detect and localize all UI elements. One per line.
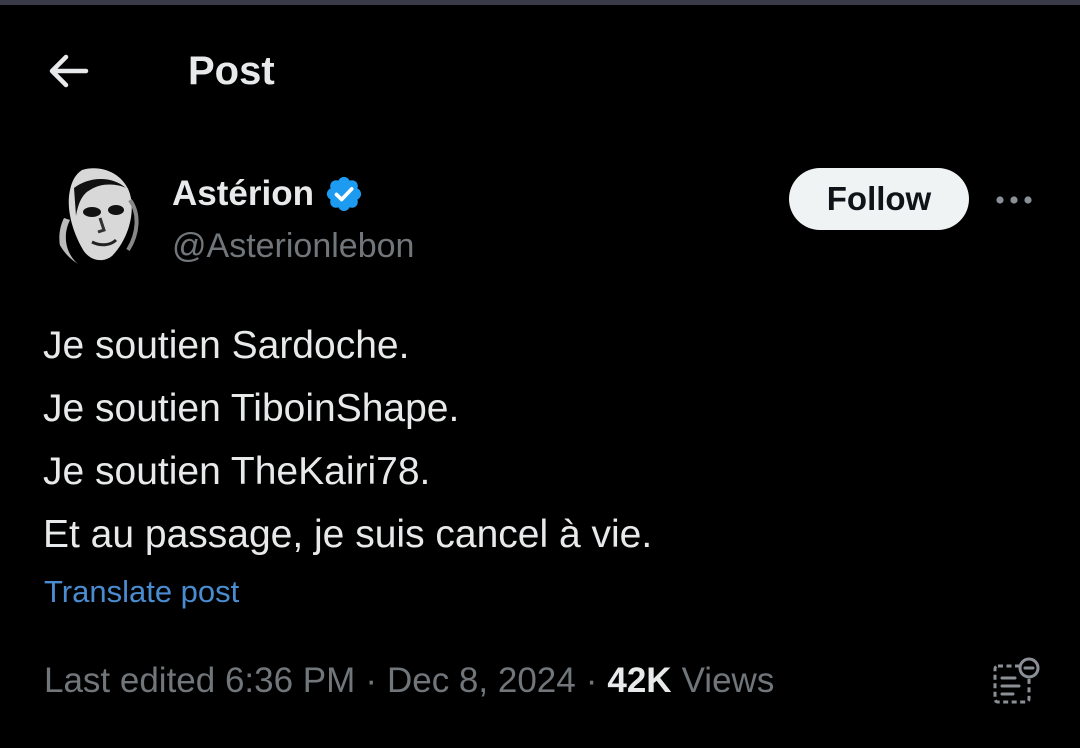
more-options-icon xyxy=(996,196,1032,204)
views-label: Views xyxy=(681,661,775,700)
avatar-image xyxy=(52,160,148,270)
back-button[interactable] xyxy=(44,47,92,95)
post-date[interactable]: Dec 8, 2024 xyxy=(387,657,576,705)
post-meta: Last edited 6:36 PM · Dec 8, 2024 · 42K … xyxy=(44,657,774,705)
post-line: Et au passage, je suis cancel à vie. xyxy=(43,513,653,556)
translate-post-link[interactable]: Translate post xyxy=(44,572,239,612)
post-line: Je soutien TheKairi78. xyxy=(43,450,431,493)
more-options-button[interactable] xyxy=(990,180,1038,220)
page-title: Post xyxy=(188,49,275,93)
meta-separator: · xyxy=(365,661,377,700)
meta-separator: · xyxy=(585,661,598,700)
verified-badge-icon[interactable] xyxy=(324,174,364,214)
author-name-row[interactable]: Astérion xyxy=(172,172,364,216)
header-bar: Post xyxy=(0,5,1080,135)
avatar[interactable] xyxy=(52,160,148,270)
post-line: Je soutien TiboinShape. xyxy=(43,387,460,430)
post-line: Je soutien Sardoche. xyxy=(43,324,410,367)
arrow-left-icon xyxy=(49,54,89,88)
analytics-button[interactable] xyxy=(985,652,1045,712)
analytics-icon xyxy=(993,657,1040,704)
follow-button[interactable]: Follow xyxy=(789,168,969,230)
edited-time[interactable]: Last edited 6:36 PM xyxy=(44,657,355,705)
views-count: 42K xyxy=(607,661,672,700)
author-display-name[interactable]: Astérion xyxy=(172,172,314,216)
post-body: Je soutien Sardoche. Je soutien TiboinSh… xyxy=(43,314,652,566)
author-handle[interactable]: @Asterionlebon xyxy=(172,224,414,268)
